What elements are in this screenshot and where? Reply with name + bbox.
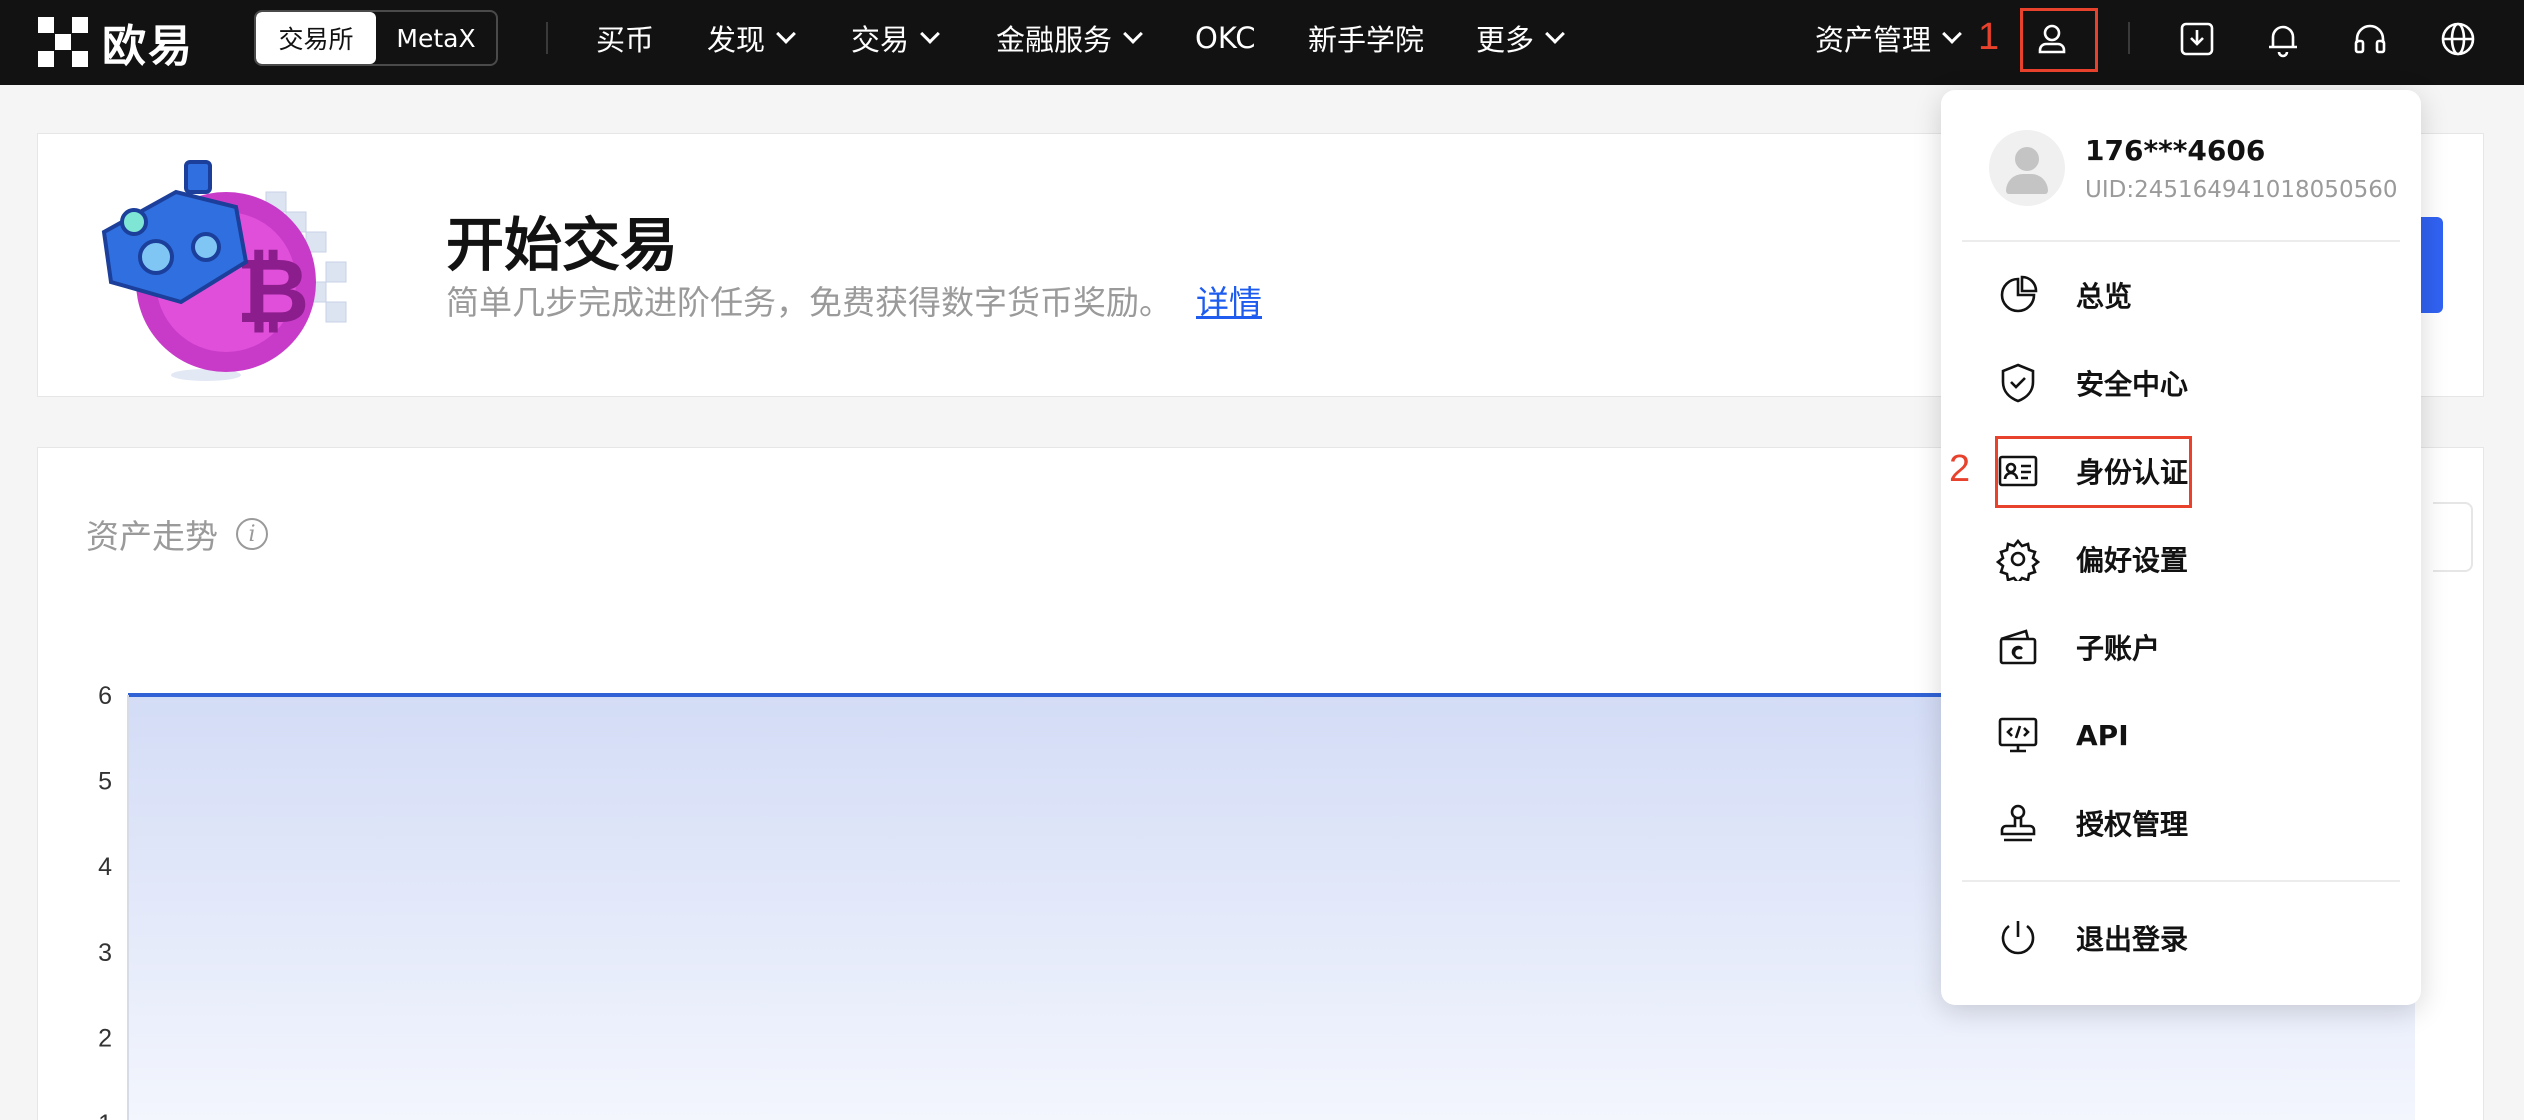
chevron-down-icon	[1545, 24, 1565, 44]
step-1-label: 1	[1978, 16, 2000, 58]
nav-academy[interactable]: 新手学院	[1308, 0, 1424, 76]
menu-divider	[1962, 240, 2400, 242]
asset-trend-title-row: 资产走势 i	[86, 510, 268, 558]
banner-subtitle-text: 简单几步完成进阶任务，免费获得数字货币奖励。	[446, 283, 1172, 322]
menu-item-api[interactable]: API	[1996, 705, 2129, 765]
okx-logo-mark-icon	[38, 17, 88, 67]
api-icon	[1998, 717, 2038, 753]
step-2-label: 2	[1949, 448, 1971, 490]
user-icon[interactable]	[2027, 14, 2077, 64]
user-uid: UID:245164941018050560	[2085, 176, 2398, 203]
svg-text:₿: ₿	[236, 239, 309, 344]
details-link[interactable]: 详情	[1196, 276, 1262, 324]
nav-trade[interactable]: 交易	[851, 0, 940, 76]
nav-finance[interactable]: 金融服务	[996, 0, 1143, 76]
menu-item-logout[interactable]: 退出登录	[1996, 908, 2188, 968]
nav-divider	[2128, 22, 2130, 54]
tab-metax[interactable]: MetaX	[376, 12, 496, 64]
top-nav-bar: 欧易 交易所 MetaX 买币 发现 交易 金融服务 OKC 新手学院 更多 资…	[0, 0, 2524, 85]
globe-icon[interactable]	[2433, 14, 2483, 64]
menu-item-authorization[interactable]: 授权管理	[1996, 793, 2188, 853]
username: 176***4606	[2085, 133, 2266, 167]
y-tick-label: 2	[98, 1024, 112, 1052]
menu-item-sub-account[interactable]: 子账户	[1996, 617, 2160, 677]
headset-icon[interactable]	[2345, 14, 2395, 64]
avatar	[1989, 130, 2065, 206]
gear-icon	[1996, 538, 2040, 581]
time-range-selector[interactable]	[2433, 502, 2473, 572]
y-tick-label: 5	[98, 768, 112, 796]
nav-okc[interactable]: OKC	[1195, 0, 1256, 76]
bitcoin-robot-illustration: ₿	[101, 160, 347, 381]
y-tick-label: 6	[98, 682, 112, 710]
menu-item-overview[interactable]: 总览	[1996, 265, 2132, 325]
y-tick-label: 3	[98, 939, 112, 967]
user-menu-dropdown: 176***4606 UID:245164941018050560 总览 安全中…	[1941, 90, 2421, 1005]
download-icon[interactable]	[2172, 14, 2222, 64]
chevron-down-icon	[1942, 24, 1962, 44]
pie-chart-icon	[2000, 275, 2038, 313]
nav-discover[interactable]: 发现	[707, 0, 796, 76]
info-icon[interactable]: i	[236, 518, 268, 550]
chevron-down-icon	[776, 24, 796, 44]
banner-subtitle: 简单几步完成进阶任务，免费获得数字货币奖励。 详情	[446, 276, 1262, 324]
wallet-icon	[1999, 629, 2037, 665]
stamp-icon	[2000, 804, 2036, 842]
menu-item-preferences[interactable]: 偏好设置	[1996, 529, 2188, 589]
y-tick-label: 1	[98, 1110, 112, 1120]
tab-exchange[interactable]: 交易所	[256, 12, 376, 64]
step-2-highlight	[1995, 436, 2192, 508]
logo-text: 欧易	[102, 21, 194, 72]
asset-trend-title: 资产走势	[86, 517, 218, 556]
mode-switch: 交易所 MetaX	[254, 10, 498, 66]
y-tick-label: 4	[98, 853, 112, 881]
chevron-down-icon	[1123, 24, 1143, 44]
user-info: 176***4606 UID:245164941018050560	[1989, 130, 2397, 206]
banner-title: 开始交易	[446, 211, 679, 279]
nav-asset-management[interactable]: 资产管理	[1815, 0, 1962, 76]
nav-divider	[546, 22, 548, 54]
chevron-down-icon	[920, 24, 940, 44]
power-icon	[2001, 921, 2035, 955]
nav-more[interactable]: 更多	[1476, 0, 1565, 76]
shield-check-icon	[2001, 363, 2035, 403]
okx-logo[interactable]: 欧易	[38, 14, 194, 72]
menu-item-security-center[interactable]: 安全中心	[1996, 353, 2188, 413]
bell-icon[interactable]	[2258, 14, 2308, 64]
nav-buy-crypto[interactable]: 买币	[596, 0, 654, 76]
menu-divider	[1962, 880, 2400, 882]
